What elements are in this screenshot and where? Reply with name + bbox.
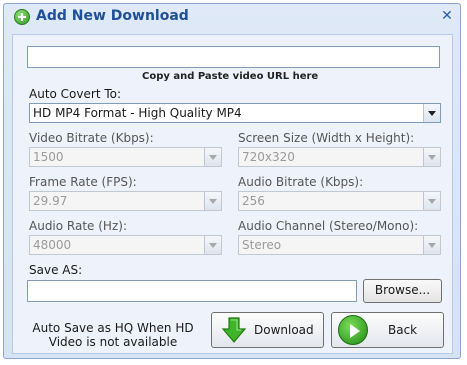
download-label: Download [254,323,314,337]
save-as-label: Save AS: [29,263,83,277]
frame-rate-select: 29.97 [29,191,222,211]
video-bitrate-value: 1500 [33,150,64,164]
audio-channel-value: Stereo [242,238,282,252]
chevron-down-icon [423,192,440,210]
audio-channel-label: Audio Channel (Stereo/Mono): [238,219,419,233]
close-icon[interactable]: ✕ [439,7,455,25]
audio-bitrate-select: 256 [238,191,441,211]
frame-rate-value: 29.97 [33,194,68,208]
dialog-title: Add New Download [36,8,189,24]
add-download-dialog: Add New Download ✕ Copy and Paste video … [3,3,461,359]
play-back-icon [338,315,368,345]
audio-rate-label: Audio Rate (Hz): [29,219,127,233]
chevron-down-icon [423,148,440,166]
browse-button[interactable]: Browse... [363,279,442,303]
screen-size-value: 720x320 [242,150,295,164]
auto-convert-value: HD MP4 Format - High Quality MP4 [33,106,242,120]
hq-note: Auto Save as HQ When HD Video is not ava… [23,321,203,349]
back-button[interactable]: Back [331,312,444,348]
video-bitrate-select: 1500 [29,147,222,167]
chevron-down-icon [423,104,440,122]
screen-size-select: 720x320 [238,147,441,167]
auto-convert-label: Auto Covert To: [29,87,122,101]
audio-rate-select: 48000 [29,235,222,255]
audio-bitrate-value: 256 [242,194,265,208]
back-label: Back [388,323,418,337]
hq-note-line2: Video is not available [48,335,178,349]
hq-note-line1: Auto Save as HQ When HD [32,321,194,335]
audio-rate-value: 48000 [33,238,72,252]
chevron-down-icon [204,148,221,166]
url-input[interactable] [27,46,440,68]
save-as-input[interactable] [27,280,357,302]
audio-bitrate-label: Audio Bitrate (Kbps): [238,175,364,189]
video-bitrate-label: Video Bitrate (Kbps): [29,131,154,145]
add-circle-icon [14,9,30,25]
frame-rate-label: Frame Rate (FPS): [29,175,137,189]
download-button[interactable]: Download [211,312,324,348]
auto-convert-select[interactable]: HD MP4 Format - High Quality MP4 [29,103,441,123]
chevron-down-icon [423,236,440,254]
screen-size-label: Screen Size (Width x Height): [238,131,415,145]
download-arrow-icon [221,317,247,343]
url-hint: Copy and Paste video URL here [142,71,319,82]
form-panel: Copy and Paste video URL here Auto Cover… [12,34,453,354]
title-bar: Add New Download ✕ [4,4,460,30]
chevron-down-icon [204,192,221,210]
chevron-down-icon [204,236,221,254]
audio-channel-select: Stereo [238,235,441,255]
